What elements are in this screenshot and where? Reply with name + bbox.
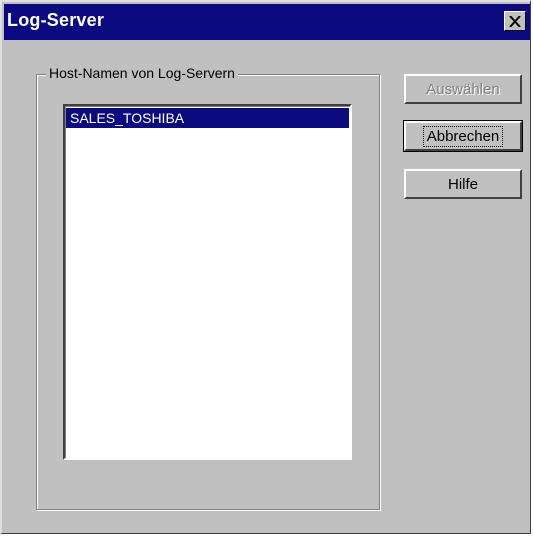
cancel-button[interactable]: Abbrechen <box>403 120 523 152</box>
close-icon <box>509 15 521 27</box>
select-button[interactable]: Auswählen <box>404 74 522 104</box>
list-item[interactable]: SALES_TOSHIBA <box>66 108 349 128</box>
select-button-label: Auswählen <box>426 80 500 98</box>
close-button[interactable] <box>504 11 526 31</box>
log-server-list[interactable]: SALES_TOSHIBA <box>63 104 352 460</box>
help-button[interactable]: Hilfe <box>404 169 522 199</box>
log-server-dialog: Log-Server Host-Namen von Log-Servern SA… <box>0 0 531 534</box>
help-button-label: Hilfe <box>447 175 478 193</box>
window-title: Log-Server <box>7 10 105 30</box>
title-bar[interactable]: Log-Server <box>4 4 530 40</box>
cancel-button-label: Abbrechen <box>422 125 504 147</box>
host-names-group-label: Host-Namen von Log-Servern <box>46 65 238 81</box>
